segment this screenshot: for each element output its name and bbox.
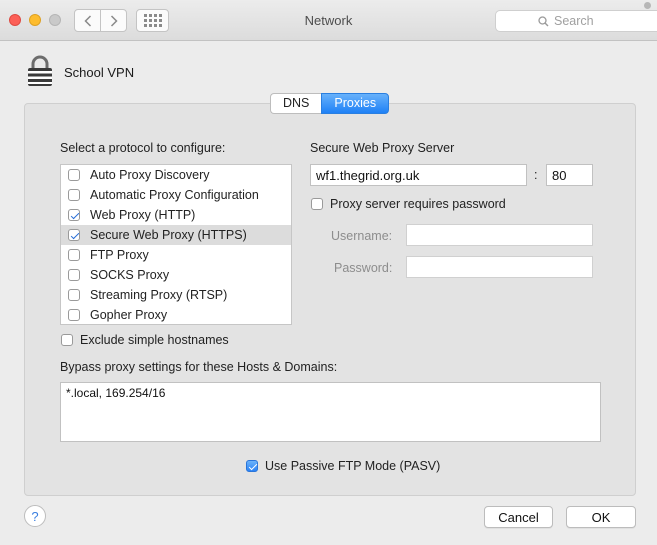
proxy-host-field[interactable] xyxy=(310,164,527,186)
passive-ftp-checkbox[interactable] xyxy=(246,460,258,472)
requires-password-checkbox[interactable] xyxy=(311,198,323,210)
proxy-port-field[interactable] xyxy=(546,164,593,186)
exclude-simple-hostnames[interactable]: Exclude simple hostnames xyxy=(61,333,229,347)
password-field[interactable] xyxy=(406,256,593,278)
protocol-checkbox[interactable] xyxy=(68,289,80,301)
password-label: Password: xyxy=(334,261,393,275)
protocol-heading: Select a protocol to configure: xyxy=(60,141,226,155)
protocol-item-auto-proxy-discovery[interactable]: Auto Proxy Discovery xyxy=(61,165,291,185)
requires-password-label: Proxy server requires password xyxy=(330,197,506,211)
cancel-button[interactable]: Cancel xyxy=(484,506,553,528)
username-label: Username: xyxy=(331,229,393,243)
requires-password[interactable]: Proxy server requires password xyxy=(311,197,506,211)
protocol-item-web-proxy[interactable]: Web Proxy (HTTP) xyxy=(61,205,291,225)
protocol-item-secure-web-proxy[interactable]: Secure Web Proxy (HTTPS) xyxy=(61,225,291,245)
protocol-label: Automatic Proxy Configuration xyxy=(90,188,259,202)
protocol-checkbox[interactable] xyxy=(68,189,80,201)
protocol-list[interactable]: Auto Proxy Discovery Automatic Proxy Con… xyxy=(60,164,292,325)
protocol-item-automatic-proxy-configuration[interactable]: Automatic Proxy Configuration xyxy=(61,185,291,205)
protocol-item-gopher-proxy[interactable]: Gopher Proxy xyxy=(61,305,291,325)
search-field[interactable]: Search xyxy=(495,10,657,32)
tab-bar: DNS Proxies xyxy=(270,93,390,114)
port-separator: : xyxy=(534,168,538,182)
protocol-checkbox[interactable] xyxy=(68,169,80,181)
protocol-label: Auto Proxy Discovery xyxy=(90,168,210,182)
tab-dns[interactable]: DNS xyxy=(270,93,322,114)
server-heading: Secure Web Proxy Server xyxy=(310,141,455,155)
protocol-label: Streaming Proxy (RTSP) xyxy=(90,288,228,302)
protocol-label: Secure Web Proxy (HTTPS) xyxy=(90,228,247,242)
username-field[interactable] xyxy=(406,224,593,246)
protocol-checkbox[interactable] xyxy=(68,229,80,241)
search-placeholder: Search xyxy=(554,14,594,28)
lock-icon xyxy=(28,55,52,86)
service-name: School VPN xyxy=(64,65,135,80)
protocol-item-streaming-proxy[interactable]: Streaming Proxy (RTSP) xyxy=(61,285,291,305)
help-button[interactable]: ? xyxy=(24,505,46,527)
protocol-checkbox[interactable] xyxy=(68,269,80,281)
passive-ftp[interactable]: Use Passive FTP Mode (PASV) xyxy=(246,459,440,473)
tab-proxies[interactable]: Proxies xyxy=(321,93,390,114)
search-icon xyxy=(538,15,549,26)
dot-icon xyxy=(644,2,651,9)
protocol-item-socks-proxy[interactable]: SOCKS Proxy xyxy=(61,265,291,285)
passive-ftp-label: Use Passive FTP Mode (PASV) xyxy=(265,459,441,473)
protocol-label: Gopher Proxy xyxy=(90,308,168,322)
ok-button[interactable]: OK xyxy=(566,506,636,528)
protocol-label: FTP Proxy xyxy=(90,248,149,262)
protocol-checkbox[interactable] xyxy=(68,309,80,321)
protocol-checkbox[interactable] xyxy=(68,249,80,261)
protocol-item-ftp-proxy[interactable]: FTP Proxy xyxy=(61,245,291,265)
protocol-label: Web Proxy (HTTP) xyxy=(90,208,196,222)
exclude-simple-hostnames-checkbox[interactable] xyxy=(61,334,73,346)
exclude-simple-hostnames-label: Exclude simple hostnames xyxy=(80,333,229,347)
protocol-checkbox[interactable] xyxy=(68,209,80,221)
protocol-label: SOCKS Proxy xyxy=(90,268,170,282)
title-bar: Network Search xyxy=(0,0,657,41)
bypass-label: Bypass proxy settings for these Hosts & … xyxy=(60,360,338,374)
bypass-hosts-field[interactable]: *.local, 169.254/16 xyxy=(60,382,601,442)
